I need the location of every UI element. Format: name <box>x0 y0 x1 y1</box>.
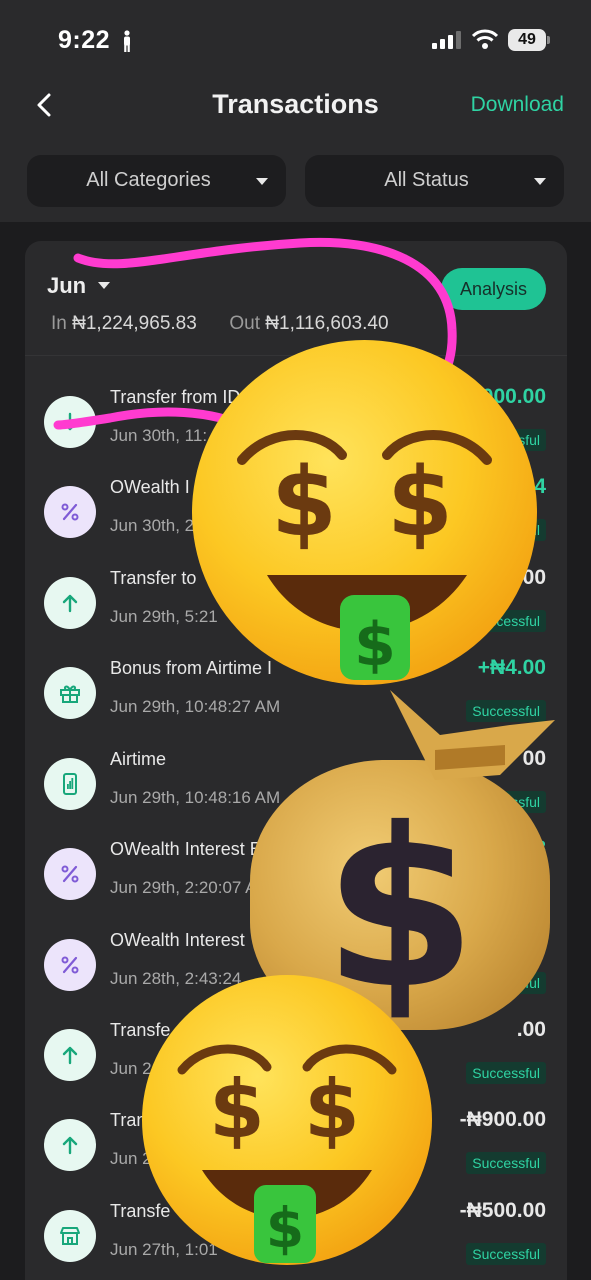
transaction-title: Transfe <box>110 1020 171 1040</box>
caret-down-icon <box>534 178 546 185</box>
transaction-amount: -₦500.00 <box>459 1199 546 1222</box>
battery-cap <box>547 36 550 44</box>
status-badge: Successful <box>466 791 546 813</box>
in-label: In <box>51 313 67 334</box>
transaction-date: Jun 2 <box>110 1149 152 1168</box>
person-icon <box>124 30 130 52</box>
cellular-signal-icon <box>432 31 461 49</box>
in-amount: ₦1,224,965.83 <box>72 313 197 334</box>
transaction-row[interactable]: Tran Jun 2 -₦900.00 Successful <box>25 1107 567 1197</box>
transaction-title: Transfer from ID <box>110 387 241 407</box>
download-button[interactable]: Download <box>471 93 564 117</box>
percent-icon <box>44 939 96 991</box>
month-selector[interactable]: Jun <box>47 273 86 299</box>
status-badge: Successful <box>466 519 546 541</box>
transaction-row[interactable]: OWealth Interest Earn Jun 29th, 2:20:07 … <box>25 836 567 926</box>
status-bar: 9:22 49 <box>0 0 591 80</box>
transaction-date: Jun 30th, 2 <box>110 516 195 535</box>
transaction-date: Jun 29th, 2:20:07 AM <box>110 878 271 897</box>
out-label: Out <box>229 313 260 334</box>
transaction-amount: 8 <box>534 928 546 951</box>
transaction-title: OWealth I <box>110 477 190 497</box>
transaction-row[interactable]: Transfer from ID Jun 30th, 11: 000.00 Su… <box>25 384 567 474</box>
transaction-date: Jun 27th, 1:01 <box>110 1240 218 1259</box>
status-badge: Successful <box>466 1243 546 1265</box>
transaction-amount: -₦900.00 <box>459 1108 546 1131</box>
transaction-amount: +₦4.00 <box>477 656 546 679</box>
status-filter-label: All Status <box>384 169 469 191</box>
transaction-title: Transfer to <box>110 568 197 588</box>
percent-icon <box>44 848 96 900</box>
caret-down-icon <box>256 178 268 185</box>
transactions-card: Jun Analysis In ₦1,224,965.83 Out ₦1,116… <box>25 241 567 1280</box>
transaction-row[interactable]: OWealth Interest Jun 28th, 2:43:24 8 Suc… <box>25 927 567 1017</box>
gift-icon <box>44 667 96 719</box>
phone-icon <box>44 758 96 810</box>
analysis-button[interactable]: Analysis <box>441 268 546 310</box>
status-badge: Successful <box>466 881 546 903</box>
out-amount: ₦1,116,603.40 <box>265 313 389 334</box>
store-icon <box>44 1210 96 1262</box>
status-filter-dropdown[interactable]: All Status <box>305 155 564 207</box>
upload-arrow-icon <box>44 1029 96 1081</box>
transaction-date: Jun 2 <box>110 1059 152 1078</box>
status-badge: Successful <box>466 1152 546 1174</box>
category-filter-label: All Categories <box>86 169 211 191</box>
caret-down-icon[interactable] <box>98 282 110 289</box>
transaction-row[interactable]: Bonus from Airtime I Jun 29th, 10:48:27 … <box>25 655 567 745</box>
status-badge: Successful <box>466 1062 546 1084</box>
battery-icon: 49 <box>508 29 550 51</box>
transaction-row[interactable]: Transfe Jun 27th, 1:01 -₦500.00 Successf… <box>25 1198 567 1280</box>
status-badge: Successful <box>466 972 546 994</box>
transaction-date: Jun 30th, 11: <box>110 426 208 445</box>
month-summary: In ₦1,224,965.83 Out ₦1,116,603.40 <box>51 313 389 335</box>
transaction-title: OWealth Interest Earn <box>110 839 288 859</box>
upload-arrow-icon <box>44 577 96 629</box>
upload-arrow-icon <box>44 1119 96 1171</box>
transaction-amount: .00 <box>516 1018 546 1041</box>
transaction-title: Transfe <box>110 1201 171 1221</box>
transaction-row[interactable]: Transfe Jun 2 .00 Successful <box>25 1017 567 1107</box>
download-arrow-icon <box>44 396 96 448</box>
battery-level: 49 <box>508 29 546 51</box>
top-header: 9:22 49 Transactions Download All Catego… <box>0 0 591 222</box>
status-badge: Successful <box>466 700 546 722</box>
transaction-title: Tran <box>110 1110 147 1130</box>
transaction-date: Jun 28th, 2:43:24 <box>110 969 242 988</box>
transaction-amount: 4 <box>534 475 546 498</box>
transaction-row[interactable]: Airtime Jun 29th, 10:48:16 AM 00 Success… <box>25 746 567 836</box>
transaction-title: OWealth Interest <box>110 930 245 950</box>
transaction-amount: 00 <box>522 566 546 589</box>
transaction-row[interactable]: OWealth I Jun 30th, 2 4 Successful <box>25 474 567 564</box>
nav-bar: Transactions Download <box>0 80 591 130</box>
transaction-amount: 48 <box>522 837 546 860</box>
divider <box>25 355 567 356</box>
transaction-date: Jun 29th, 10:48:16 AM <box>110 788 281 807</box>
transaction-row[interactable]: Transfer to Jun 29th, 5:21 00 Successful <box>25 565 567 655</box>
status-time: 9:22 <box>58 26 111 54</box>
percent-icon <box>44 486 96 538</box>
status-badge: Successful <box>466 429 546 451</box>
category-filter-dropdown[interactable]: All Categories <box>27 155 286 207</box>
transaction-title: Airtime <box>110 749 167 769</box>
status-badge: Successful <box>466 610 546 632</box>
transaction-date: Jun 29th, 10:48:27 AM <box>110 697 281 716</box>
wifi-icon <box>472 29 498 49</box>
transaction-date: Jun 29th, 5:21 <box>110 607 218 626</box>
transaction-title: Bonus from Airtime I <box>110 658 273 678</box>
transaction-amount: 00 <box>522 747 546 770</box>
transaction-amount: 000.00 <box>481 385 546 408</box>
